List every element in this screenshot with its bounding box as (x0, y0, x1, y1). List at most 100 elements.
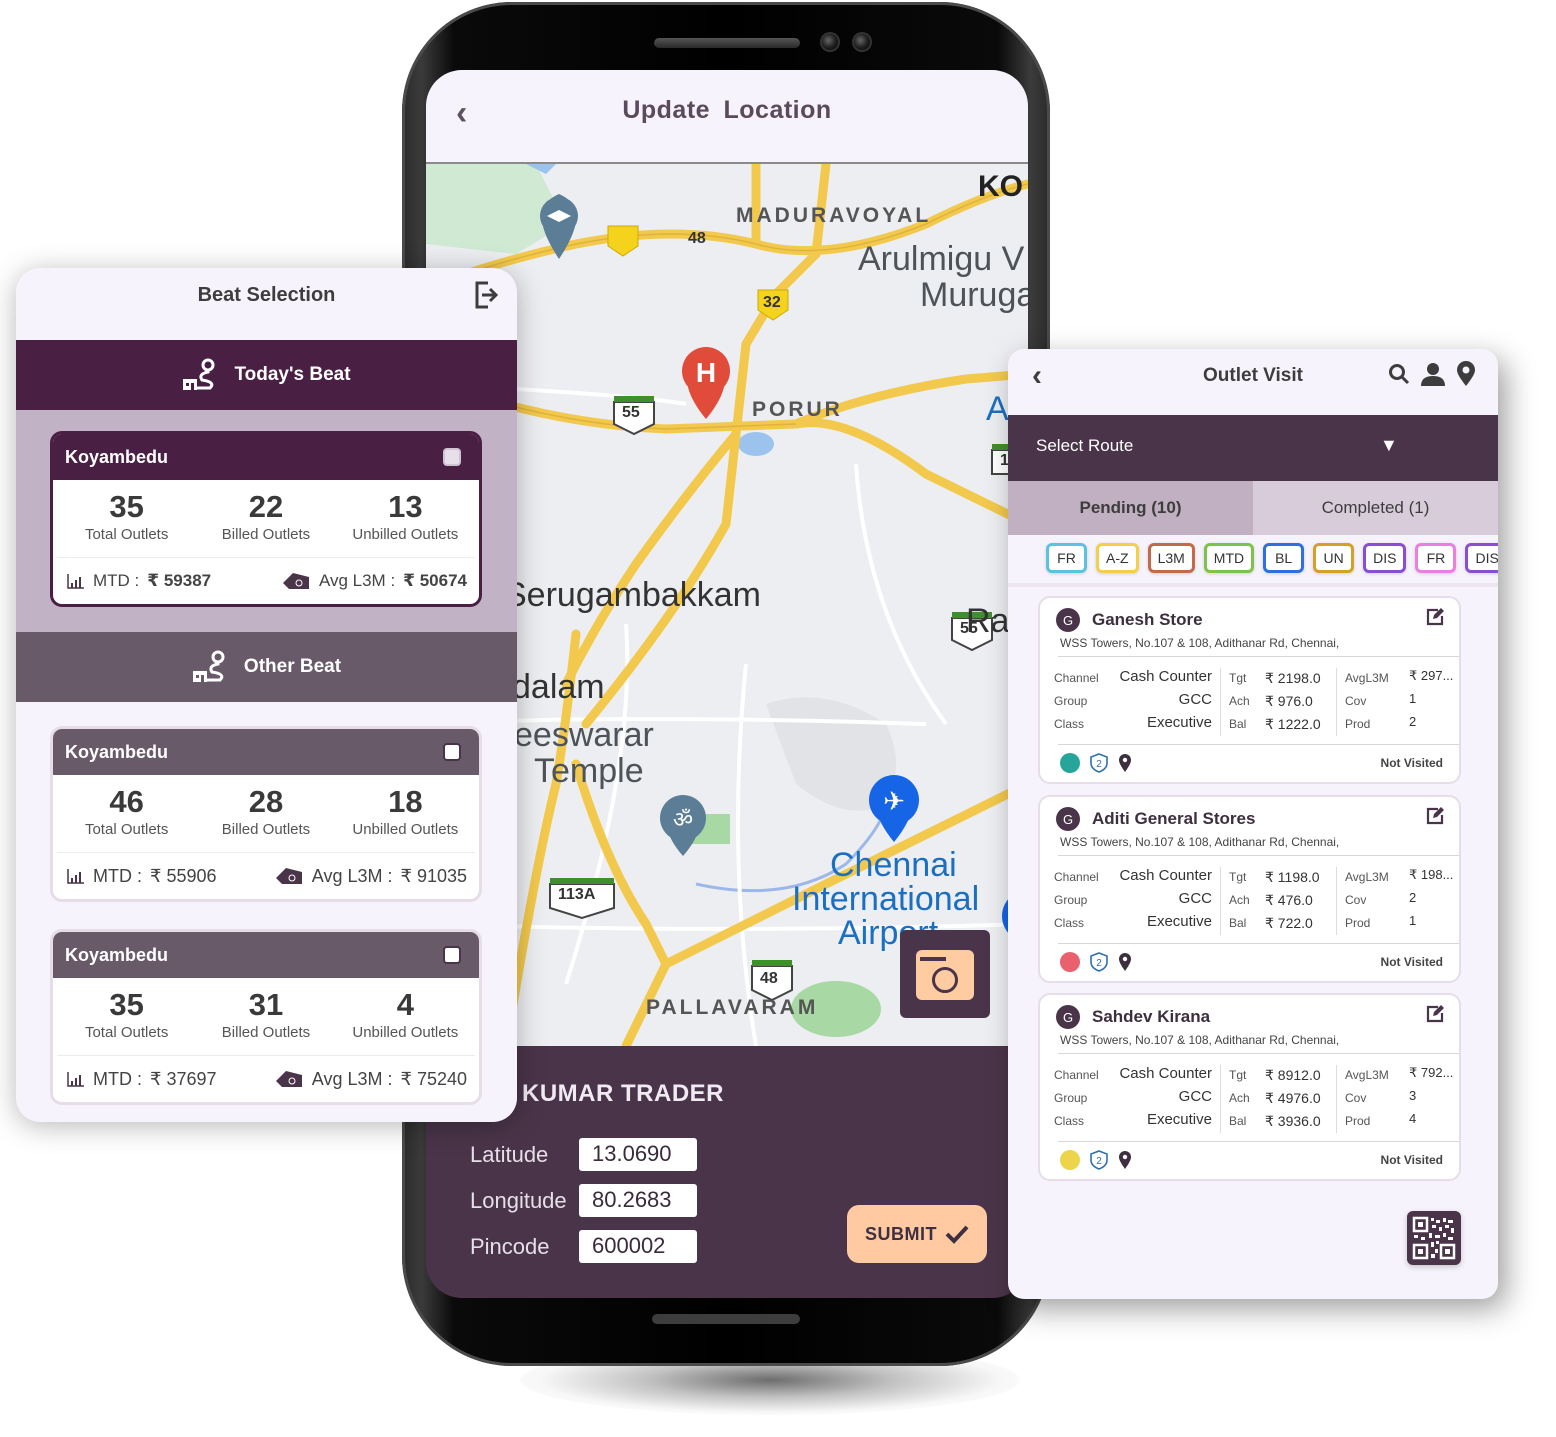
home-indicator[interactable] (652, 1314, 800, 1324)
mtd: MTD : ₹ 59387 (67, 571, 211, 591)
unbilled-outlets-label: Unbilled Outlets (352, 821, 459, 838)
mtd: MTD : ₹ 55906 (67, 866, 217, 887)
map-label-arulmigu: Arulmigu V (858, 240, 1025, 278)
qr-scan-button[interactable] (1407, 1211, 1461, 1265)
location-pin-icon[interactable] (1118, 1150, 1132, 1170)
bal-value: ₹ 1222.0 (1265, 716, 1321, 732)
tgt-row: Tgt ₹ 1198.0 (1229, 867, 1328, 890)
outlet-metrics: Channel Cash Counter Group GCC Class Execut… (1054, 668, 1454, 740)
edit-icon[interactable] (1425, 1005, 1445, 1023)
camera-button[interactable] (900, 930, 990, 1018)
shield-badge-icon: 2 (1090, 753, 1108, 773)
other-beat-label: Other Beat (243, 656, 342, 677)
unbilled-outlets-value: 13 (388, 489, 423, 524)
map-label-porur: PORUR (752, 398, 843, 421)
shield-label: 55 (622, 404, 640, 421)
latitude-input[interactable]: 13.0690 (579, 1138, 697, 1171)
longitude-input[interactable]: 80.2683 (579, 1184, 697, 1217)
filter-chip-bl[interactable]: BL (1263, 543, 1305, 573)
search-icon[interactable] (1388, 363, 1410, 385)
outlet-target-column: Tgt ₹ 2198.0 Ach ₹ 976.0 Bal ₹ 1222.0 (1220, 668, 1328, 736)
outlet-card[interactable]: G Aditi General Stores WSS Towers, No.10… (1038, 795, 1461, 983)
map-label-a: A (986, 390, 1009, 428)
screen-header: ‹ Update Location (426, 70, 1028, 164)
edit-icon[interactable] (1425, 608, 1445, 626)
pincode-input[interactable]: 600002 (579, 1230, 697, 1263)
filter-chip-dis[interactable]: DIS (1465, 543, 1498, 573)
hospital-pin-icon: H (682, 347, 730, 419)
outlet-card[interactable]: G Ganesh Store WSS Towers, No.107 & 108,… (1038, 596, 1461, 784)
total-outlets-value: 46 (109, 784, 144, 819)
divider (1058, 1141, 1459, 1142)
channel-value: Cash Counter (1119, 668, 1212, 685)
user-icon[interactable] (1420, 362, 1446, 386)
prod-row: Prod 2 (1345, 714, 1454, 737)
total-outlets-label: Total Outlets (84, 526, 169, 543)
shield-badge-icon: 2 (1090, 1150, 1108, 1170)
svg-text:2: 2 (1096, 759, 1102, 770)
divider (1058, 1053, 1459, 1054)
outlet-coverage-column: AvgL3M ₹ 792... Cov 3 Prod 4 (1336, 1065, 1454, 1133)
unbilled-outlets: 13 Unbilled Outlets (336, 480, 475, 557)
other-beat-card[interactable]: Koyambedu 35 Total Outlets 31 Billed Out… (50, 929, 482, 1105)
beat-name: Koyambedu (65, 944, 169, 965)
cov-row: Cov 2 (1345, 890, 1454, 913)
front-sensor-icon (854, 34, 870, 50)
submit-button[interactable]: SUBMIT (847, 1205, 987, 1263)
filter-chip-un[interactable]: UN (1313, 543, 1355, 573)
location-pin-icon[interactable] (1456, 361, 1476, 387)
tgt-value: ₹ 1198.0 (1265, 869, 1320, 885)
cov-value: 3 (1409, 1088, 1417, 1103)
ach-row: Ach ₹ 4976.0 (1229, 1088, 1328, 1111)
filter-chip-a-z[interactable]: A-Z (1096, 543, 1139, 573)
logout-icon[interactable] (473, 280, 499, 310)
bal-value: ₹ 3936.0 (1265, 1113, 1321, 1129)
filter-chip-fr[interactable]: FR (1046, 543, 1087, 573)
beat-checkbox[interactable] (443, 743, 461, 761)
mtd-label: MTD : (93, 865, 142, 886)
other-beat-card[interactable]: Koyambedu 46 Total Outlets 28 Billed Out… (50, 726, 482, 902)
tgt-label: Tgt (1229, 671, 1247, 685)
beat-stats: 46 Total Outlets 28 Billed Outlets 18 Un… (57, 775, 475, 853)
outlet-card[interactable]: G Sahdev Kirana WSS Towers, No.107 & 108… (1038, 993, 1461, 1181)
location-pin-icon[interactable] (1118, 753, 1132, 773)
filter-chip-mtd[interactable]: MTD (1203, 543, 1255, 573)
outlet-info-column: Channel Cash Counter Group GCC Class Execut… (1054, 1065, 1212, 1133)
beat-checkbox[interactable] (443, 448, 461, 466)
outlet-avatar: G (1056, 807, 1080, 831)
cov-value: 2 (1409, 890, 1417, 905)
location-pin-icon[interactable] (1118, 952, 1132, 972)
unbilled-outlets-label: Unbilled Outlets (352, 526, 459, 543)
outlet-card-header: G Sahdev Kirana (1056, 1005, 1210, 1029)
billed-outlets: 22 Billed Outlets (196, 480, 335, 557)
bal-row: Bal ₹ 1222.0 (1229, 714, 1328, 737)
avg-l3m-label: Avg L3M : (311, 865, 393, 886)
select-route-dropdown[interactable]: Select Route ▼ (1008, 415, 1498, 481)
beat-selection-panel: Beat Selection Today's Beat Koyambedu 35… (16, 268, 517, 1122)
qr-code-icon (1412, 1216, 1456, 1260)
filter-chip-l3m[interactable]: L3M (1147, 543, 1195, 573)
outlet-visit-header: ‹ Outlet Visit (1008, 349, 1498, 415)
group-value: GCC (1178, 890, 1212, 907)
outlet-info-column: Channel Cash Counter Group GCC Class Execut… (1054, 867, 1212, 935)
billed-outlets-value: 22 (248, 489, 284, 524)
channel-row: Channel Cash Counter (1054, 668, 1212, 691)
todays-beat-card[interactable]: Koyambedu 35 Total Outlets 22 Billed Out… (50, 431, 482, 607)
map-label-pallavaram: PALLAVARAM (646, 996, 819, 1019)
beat-money: MTD : ₹ 59387 Avg L3M : ₹ 50674 (53, 558, 479, 604)
tab-pending[interactable]: Pending (10) (1008, 481, 1253, 535)
tab-completed[interactable]: Completed (1) (1253, 481, 1498, 535)
prod-value: 1 (1409, 913, 1417, 928)
filter-chip-fr[interactable]: FR (1415, 543, 1457, 573)
edit-icon[interactable] (1425, 807, 1445, 825)
avg-l3m-value: ₹ 75240 (400, 1068, 467, 1089)
beat-stats: 35 Total Outlets 31 Billed Outlets 4 Unb… (57, 978, 475, 1056)
mtd-value: ₹ 59387 (147, 571, 212, 590)
filter-chip-dis[interactable]: DIS (1363, 543, 1407, 573)
map-label-maduravoyal: MADURAVOYAL (736, 204, 932, 227)
total-outlets: 35 Total Outlets (57, 978, 196, 1055)
mtd-value: ₹ 37697 (150, 1068, 217, 1089)
todays-beat-header: Today's Beat (16, 340, 517, 410)
beat-checkbox[interactable] (443, 946, 461, 964)
beat-stats: 35 Total Outlets 22 Billed Outlets 13 Un… (57, 480, 475, 558)
